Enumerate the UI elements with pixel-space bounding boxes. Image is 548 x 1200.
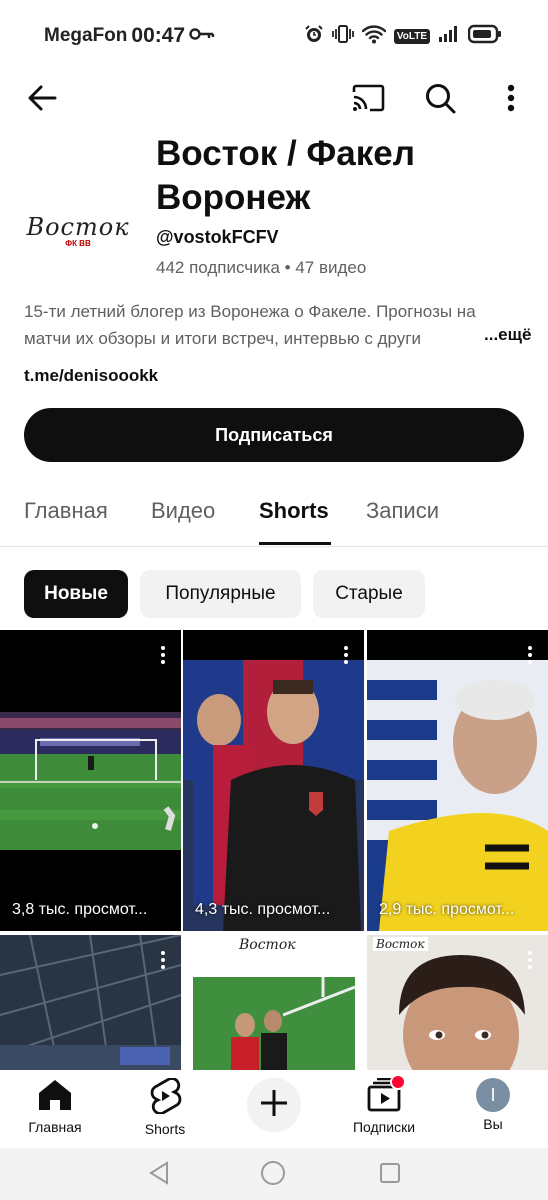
shorts-grid: 3,8 тыс. просмот... 4,3 тыс. просмот... [0, 630, 548, 1070]
channel-tabs: Главная Видео Shorts Записи [0, 490, 548, 547]
tab-videos[interactable]: Видео [151, 498, 215, 524]
back-triangle-icon[interactable] [144, 1158, 174, 1188]
channel-logo-watermark: Восток [239, 937, 296, 953]
tab-posts[interactable]: Записи [366, 498, 439, 524]
top-app-bar [0, 70, 548, 126]
search-icon[interactable] [420, 78, 460, 118]
short-thumbnail[interactable]: 3,8 тыс. просмот... [0, 630, 181, 931]
channel-title: Восток / Факел Воронеж [156, 134, 415, 217]
channel-stats: 442 подписчика • 47 видео [156, 258, 367, 277]
short-views: 3,8 тыс. просмот... [12, 901, 148, 918]
battery-icon [467, 24, 502, 49]
nav-home-label: Главная [28, 1119, 82, 1135]
nav-subscriptions-label: Подписки [352, 1119, 416, 1135]
short-thumbnail[interactable]: 4,3 тыс. просмот... [183, 630, 364, 931]
avatar-logo-text: Восток [26, 212, 130, 241]
short-views: 4,3 тыс. просмот... [195, 901, 331, 918]
recents-square-icon[interactable] [375, 1158, 405, 1188]
home-icon [37, 1078, 73, 1115]
wifi-icon [361, 24, 387, 49]
subscribe-button[interactable]: Подписаться [24, 408, 524, 462]
short-thumbnail[interactable]: Восток [367, 935, 548, 1070]
more-vert-icon[interactable] [528, 646, 532, 664]
vibrate-icon [331, 24, 354, 49]
chip-newest[interactable]: Новые [24, 570, 128, 618]
channel-logo-watermark: Восток [373, 937, 428, 951]
create-plus-icon [259, 1088, 289, 1123]
nav-you-label: Вы [483, 1116, 503, 1132]
short-thumbnail[interactable] [0, 935, 181, 1070]
subscriptions-icon [366, 1074, 406, 1115]
more-vert-icon[interactable] [496, 78, 526, 118]
status-left: MegaFon 00:47 [44, 24, 215, 48]
more-vert-icon[interactable] [161, 646, 165, 664]
nav-subscriptions[interactable]: Подписки [344, 1074, 424, 1135]
short-views: 2,9 тыс. просмот... [379, 901, 515, 918]
status-right: VoLTE [304, 24, 502, 49]
shorts-icon [148, 1077, 182, 1117]
nav-shorts[interactable]: Shorts [130, 1077, 200, 1137]
stadium-roof-image [0, 935, 181, 1070]
alarm-icon [304, 24, 324, 49]
referee-image [183, 630, 364, 931]
short-thumbnail[interactable]: 2,9 тыс. просмот... [367, 630, 548, 931]
bottom-navigation: Главная Shorts Подписки I Вы [0, 1070, 548, 1148]
stadium-penalty-image [0, 712, 181, 850]
description-more-link[interactable]: ...ещё [464, 325, 532, 345]
carrier-name: MegaFon [44, 25, 128, 46]
channel-handle: @vostokFCFV [156, 227, 279, 247]
notification-dot [390, 1074, 406, 1090]
avatar: I [476, 1078, 510, 1112]
cast-icon[interactable] [348, 78, 388, 118]
channel-avatar[interactable]: Восток ФК ВВ [24, 176, 132, 284]
channel-link[interactable]: t.me/denisoookk [24, 366, 158, 386]
goalkeeper-interview-image [367, 630, 548, 931]
more-vert-icon[interactable] [528, 951, 532, 969]
volte-icon: VoLTE [393, 29, 430, 44]
active-tab-indicator [259, 542, 331, 545]
channel-description[interactable]: 15-ти летний блогер из Воронежа о Факеле… [24, 298, 524, 352]
tab-home[interactable]: Главная [24, 498, 108, 524]
home-circle-icon[interactable] [258, 1158, 288, 1188]
chip-popular[interactable]: Популярные [140, 570, 301, 618]
boy-face-image [367, 935, 548, 1070]
nav-shorts-label: Shorts [144, 1121, 186, 1137]
short-thumbnail[interactable]: Восток [183, 935, 364, 1070]
avatar-logo-sub: ФК ВВ [65, 238, 91, 248]
status-bar: MegaFon 00:47 VoLTE [0, 0, 548, 70]
create-button[interactable] [247, 1078, 301, 1132]
nav-home[interactable]: Главная [20, 1078, 90, 1135]
more-vert-icon[interactable] [161, 951, 165, 969]
chip-oldest[interactable]: Старые [313, 570, 425, 618]
tab-shorts[interactable]: Shorts [259, 498, 329, 524]
players-confrontation-image [193, 977, 356, 1070]
key-icon [189, 25, 215, 47]
back-arrow-icon[interactable] [22, 78, 62, 118]
clock: 00:47 [131, 24, 186, 47]
more-vert-icon[interactable] [344, 951, 348, 969]
signal-icon [438, 25, 460, 48]
nav-you[interactable]: I Вы [458, 1078, 528, 1132]
more-vert-icon[interactable] [344, 646, 348, 664]
system-navigation-bar [0, 1148, 548, 1200]
